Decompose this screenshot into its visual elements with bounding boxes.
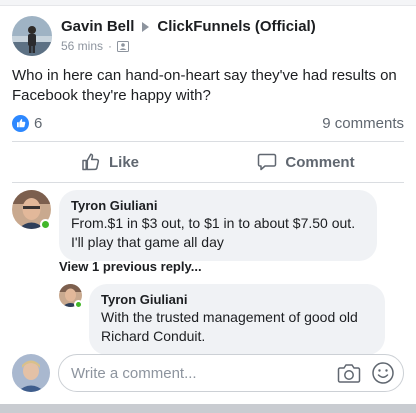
group-name[interactable]: ClickFunnels (Official): [157, 18, 315, 35]
view-previous-replies[interactable]: View 1 previous reply...: [59, 259, 202, 274]
comment-author[interactable]: Tyron Giuliani: [71, 198, 365, 214]
comment-button[interactable]: Comment: [208, 142, 404, 182]
like-button[interactable]: Like: [12, 142, 208, 182]
reply-item: Tyron Giuliani With the trusted manageme…: [59, 284, 385, 355]
bottom-bar: [0, 404, 416, 413]
likes-summary[interactable]: 6: [12, 114, 43, 132]
post-actions: Like Comment: [12, 142, 404, 182]
current-user-avatar[interactable]: [12, 354, 50, 392]
reply-bubble: Tyron Giuliani With the trusted manageme…: [89, 284, 385, 355]
group-icon: [117, 40, 130, 52]
arrow-right-icon: [142, 21, 150, 32]
comment-input[interactable]: [71, 364, 327, 382]
likes-count: 6: [34, 114, 43, 132]
reply-author[interactable]: Tyron Giuliani: [101, 292, 373, 308]
post-header: Gavin Bell ClickFunnels (Official) 56 mi…: [12, 16, 316, 60]
author-name[interactable]: Gavin Bell: [61, 18, 134, 35]
post-time[interactable]: 56 mins: [61, 39, 103, 53]
comment-text-line: I'll play that game all day: [71, 234, 224, 250]
reactions-row: 6 9 comments: [12, 114, 404, 132]
like-label: Like: [108, 153, 139, 171]
comment-text-line: From.$1 in $3 out, to $1 in to about $7.…: [71, 215, 356, 231]
reply-text-line: With the trusted management of good old: [101, 309, 358, 325]
camera-icon[interactable]: [337, 362, 361, 384]
divider: [12, 182, 404, 183]
like-badge-icon: [12, 114, 29, 132]
online-status-icon: [74, 300, 83, 309]
reply-text-line: Richard Conduit.: [101, 328, 206, 344]
comments-count[interactable]: 9 comments: [322, 115, 404, 132]
like-thumb-icon: [82, 153, 100, 171]
comment-item: Tyron Giuliani From.$1 in $3 out, to $1 …: [12, 190, 377, 261]
comment-composer: [12, 354, 404, 392]
comment-bubble: Tyron Giuliani From.$1 in $3 out, to $1 …: [59, 190, 377, 261]
online-status-icon: [40, 219, 51, 230]
comment-input-box[interactable]: [58, 354, 404, 392]
emoji-icon[interactable]: [371, 361, 395, 385]
comment-icon: [258, 153, 277, 171]
post-text: Who in here can hand-on-heart say they'v…: [12, 67, 397, 104]
top-divider: [0, 0, 416, 6]
author-avatar[interactable]: [12, 16, 52, 56]
comment-label: Comment: [285, 153, 355, 171]
